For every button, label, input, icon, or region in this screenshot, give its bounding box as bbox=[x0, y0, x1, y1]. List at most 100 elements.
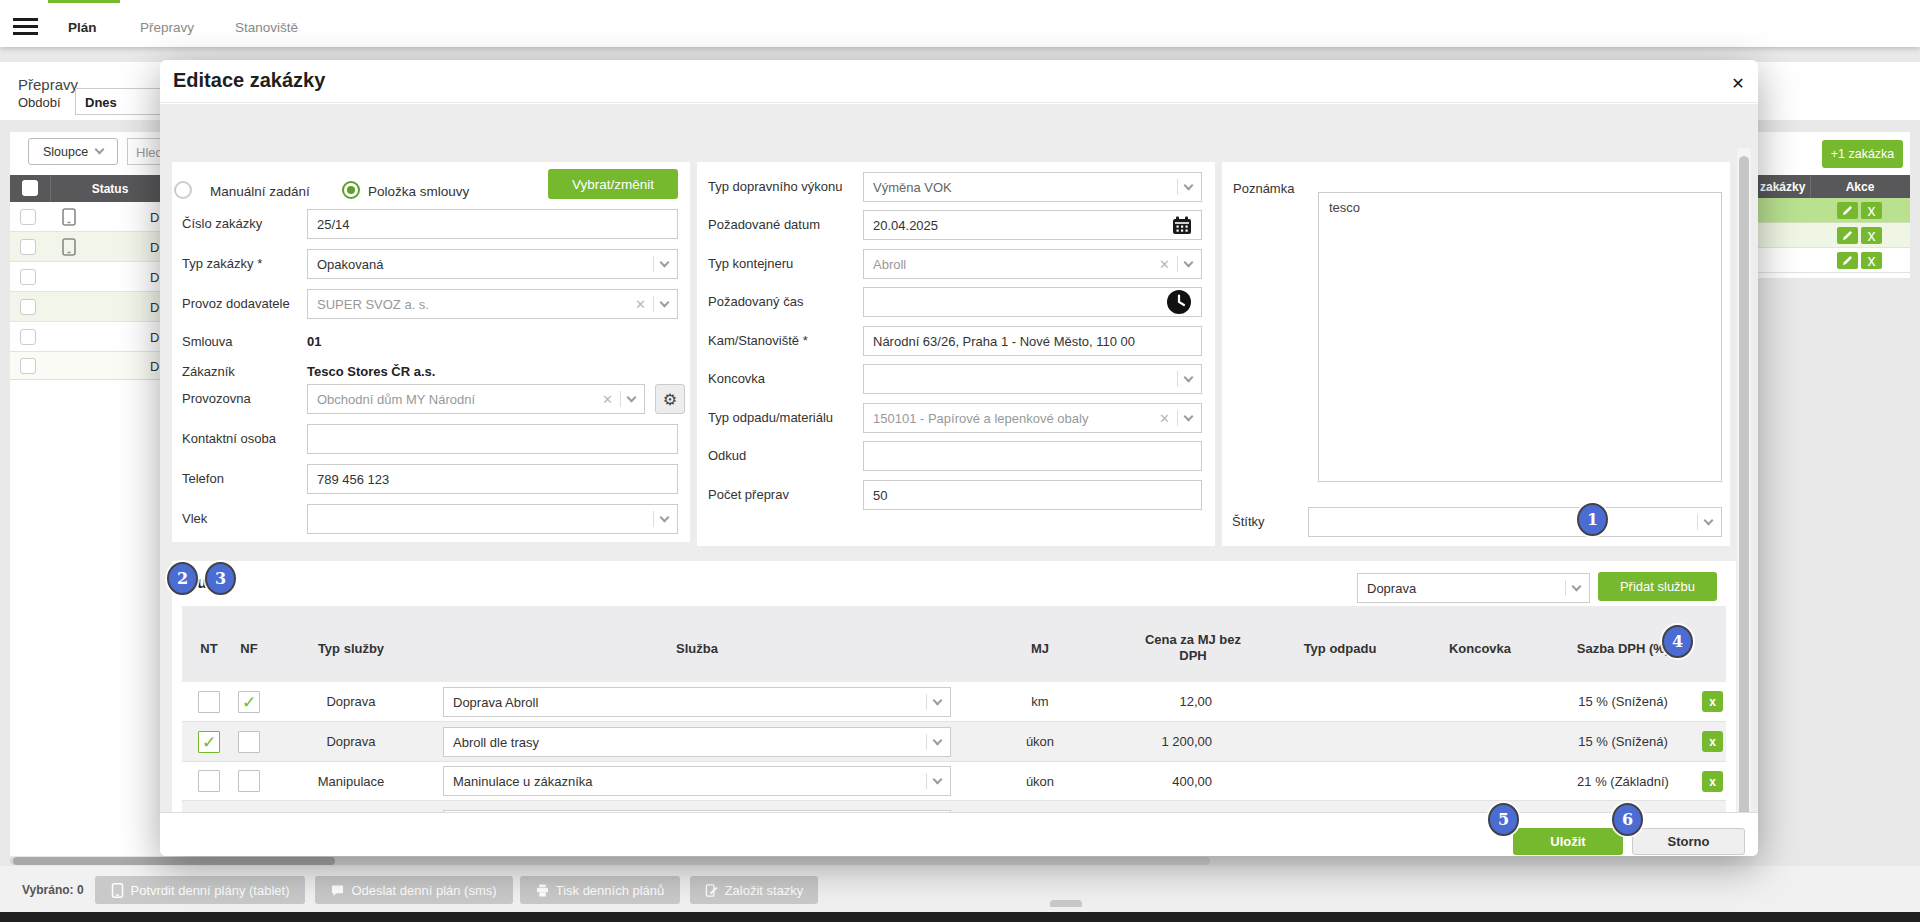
confirm-daily-plans-button[interactable]: Potvrdit denní plány (tablet) bbox=[95, 876, 305, 904]
nt-checkbox[interactable] bbox=[198, 691, 220, 713]
tags-select[interactable] bbox=[1308, 507, 1722, 537]
site-select[interactable]: Obchodní dům MY Národní ✕ bbox=[307, 384, 645, 414]
tab-plan[interactable]: Plán bbox=[68, 20, 97, 35]
modal-scrollbar-track[interactable] bbox=[1737, 148, 1751, 856]
tab-stanoviste[interactable]: Stanoviště bbox=[235, 20, 298, 35]
add-order-button[interactable]: +1 zakázka bbox=[1822, 140, 1903, 168]
close-icon[interactable]: ✕ bbox=[1727, 72, 1749, 94]
edit-order-button[interactable] bbox=[1837, 252, 1858, 269]
row-checkbox[interactable] bbox=[20, 299, 36, 315]
destination-input[interactable]: Národní 63/26, Praha 1 - Nové Město, 110… bbox=[863, 326, 1202, 356]
origin-input[interactable] bbox=[863, 441, 1202, 471]
service-select[interactable]: Doprava Abroll bbox=[443, 687, 951, 717]
service-select[interactable]: Maninulace u zákazníka bbox=[443, 766, 951, 796]
waste-type-select[interactable]: 150101 - Papírové a lepenkové obaly ✕ bbox=[863, 403, 1202, 433]
clear-icon[interactable]: ✕ bbox=[1159, 411, 1170, 426]
order-row[interactable]: x bbox=[1751, 198, 1910, 223]
nf-checkbox[interactable] bbox=[238, 770, 260, 792]
order-row[interactable]: x bbox=[1751, 248, 1910, 273]
row-checkbox[interactable] bbox=[20, 269, 36, 285]
delete-order-button[interactable]: x bbox=[1861, 252, 1882, 269]
service-vat: 15 % (Snížená) bbox=[1548, 722, 1698, 761]
service-name: Maninulace u zákazníka bbox=[453, 774, 592, 789]
tab-prepravy[interactable]: Přepravy bbox=[140, 20, 194, 35]
hamburger-menu-icon[interactable] bbox=[13, 18, 38, 39]
clear-icon[interactable]: ✕ bbox=[1159, 257, 1170, 272]
order-row[interactable]: x bbox=[1751, 223, 1910, 248]
trailer-select[interactable] bbox=[307, 504, 678, 534]
row-cell-text: D bbox=[150, 300, 159, 315]
calendar-icon[interactable] bbox=[1172, 216, 1192, 235]
remove-service-button[interactable]: x bbox=[1702, 731, 1723, 752]
order-type-select[interactable]: Opakovaná bbox=[307, 249, 678, 279]
clear-icon[interactable]: ✕ bbox=[635, 297, 646, 312]
radio-manual[interactable] bbox=[174, 181, 192, 199]
service-ending bbox=[1420, 762, 1540, 800]
field-label: Provoz dodavatele bbox=[182, 289, 290, 319]
clock-icon[interactable] bbox=[1166, 289, 1192, 315]
note-card: Poznámka tesco Štítky bbox=[1222, 162, 1730, 546]
service-vat: 21 % (Základní) bbox=[1548, 762, 1698, 800]
row-checkbox[interactable] bbox=[20, 358, 36, 374]
order-number-input[interactable]: 25/14 bbox=[307, 209, 678, 239]
transport-count-input[interactable]: 50 bbox=[863, 480, 1202, 510]
edit-order-button[interactable] bbox=[1837, 227, 1858, 244]
note-textarea[interactable]: tesco bbox=[1318, 192, 1722, 482]
horizontal-scrollbar-thumb[interactable] bbox=[13, 857, 335, 865]
destination-value: Národní 63/26, Praha 1 - Nové Město, 110… bbox=[873, 334, 1135, 349]
row-checkbox[interactable] bbox=[20, 209, 36, 225]
columns-button[interactable]: Sloupce bbox=[28, 138, 118, 165]
pick-change-button[interactable]: Vybrat/změnit bbox=[548, 169, 678, 199]
nt-checkbox[interactable] bbox=[198, 770, 220, 792]
nf-checkbox[interactable] bbox=[238, 731, 260, 753]
period-select[interactable]: Dnes bbox=[75, 88, 163, 115]
phone-input[interactable]: 789 456 123 bbox=[307, 464, 678, 494]
screen: Plán Přepravy Stanoviště Přepravy Období… bbox=[0, 0, 1920, 922]
field-label: Smlouva bbox=[182, 327, 233, 357]
service-name: Abroll dle trasy bbox=[453, 735, 539, 750]
chevron-down-icon bbox=[933, 774, 943, 784]
clear-icon[interactable]: ✕ bbox=[602, 392, 613, 407]
col-price: Cena za MJ bez DPH bbox=[1134, 632, 1252, 664]
chevron-down-icon bbox=[1184, 180, 1194, 190]
radio-contract-item[interactable] bbox=[342, 181, 360, 199]
supplier-select[interactable]: SUPER SVOZ a. s. ✕ bbox=[307, 289, 678, 319]
nf-checkbox[interactable] bbox=[238, 691, 260, 713]
date-input[interactable]: 20.04.2025 bbox=[863, 210, 1202, 240]
remove-service-button[interactable]: x bbox=[1702, 771, 1723, 792]
service-select[interactable]: Abroll dle trasy bbox=[443, 727, 951, 757]
save-label: Uložit bbox=[1550, 834, 1585, 849]
save-button[interactable]: Uložit bbox=[1513, 828, 1623, 855]
col-ending: Koncovka bbox=[1420, 641, 1540, 656]
container-select[interactable]: Abroll ✕ bbox=[863, 249, 1202, 279]
service-type-select[interactable]: Doprava bbox=[1357, 573, 1590, 603]
create-routes-button[interactable]: Založit stazky bbox=[690, 876, 818, 904]
edit-order-button[interactable] bbox=[1837, 202, 1858, 219]
delete-order-button[interactable]: x bbox=[1861, 202, 1882, 219]
add-service-button[interactable]: Přidat službu bbox=[1598, 572, 1717, 601]
delete-order-button[interactable]: x bbox=[1861, 227, 1882, 244]
contact-person-input[interactable] bbox=[307, 424, 678, 454]
service-mj: km bbox=[980, 682, 1100, 721]
row-checkbox[interactable] bbox=[20, 329, 36, 345]
modal-scrollbar-thumb[interactable] bbox=[1739, 156, 1749, 850]
performance-select[interactable]: Výměna VOK bbox=[863, 172, 1202, 202]
row-cell-text: D bbox=[150, 330, 159, 345]
cancel-button[interactable]: Storno bbox=[1632, 828, 1745, 855]
select-all-checkbox[interactable] bbox=[22, 180, 38, 196]
service-price: 400,00 bbox=[1112, 762, 1212, 800]
time-input[interactable] bbox=[863, 287, 1202, 317]
gear-icon[interactable]: ⚙ bbox=[655, 384, 685, 414]
remove-service-button[interactable]: x bbox=[1702, 691, 1723, 712]
service-row: Doprava Abroll dle trasy úkon 1 200,00 1… bbox=[182, 722, 1726, 762]
ending-select[interactable] bbox=[863, 364, 1202, 394]
site-value: Obchodní dům MY Národní bbox=[317, 392, 475, 407]
print-daily-plans-button[interactable]: Tisk denních plánů bbox=[520, 876, 680, 904]
field-label: Zákazník bbox=[182, 357, 235, 387]
field-label: Typ zakázky * bbox=[182, 249, 262, 279]
nt-checkbox[interactable] bbox=[198, 731, 220, 753]
row-checkbox[interactable] bbox=[20, 239, 36, 255]
send-daily-plan-button[interactable]: Odeslat denní plán (sms) bbox=[315, 876, 513, 904]
top-navbar: Plán Přepravy Stanoviště bbox=[0, 0, 1920, 47]
button-label: Odeslat denní plán (sms) bbox=[351, 883, 496, 898]
